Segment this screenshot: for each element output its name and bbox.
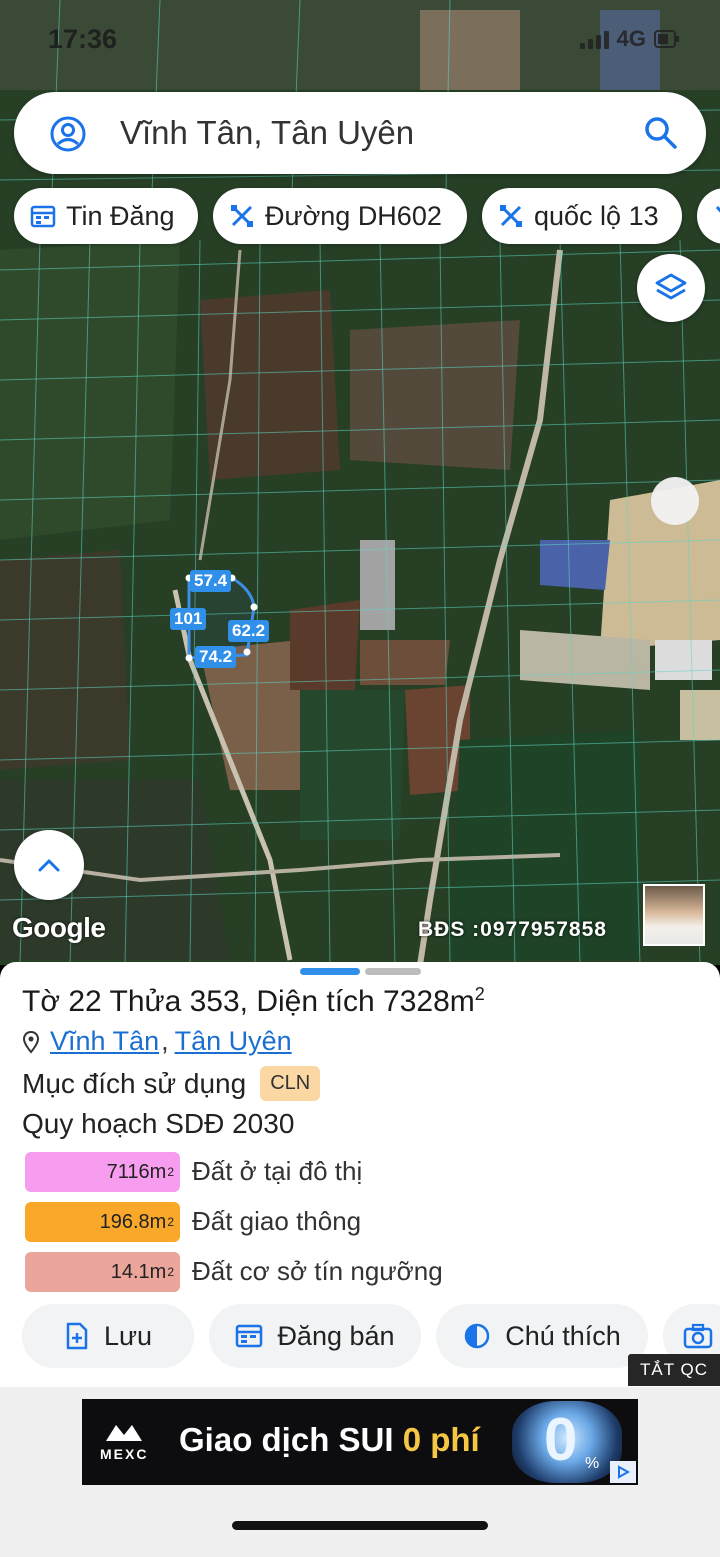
plot-edge-right-label: 62.2 bbox=[228, 620, 270, 642]
adchoices-icon[interactable] bbox=[610, 1461, 636, 1483]
zone-area-box: 14.1m 2 bbox=[25, 1252, 180, 1292]
plot-edge-top-label: 57.4 bbox=[190, 570, 232, 592]
search-bar[interactable]: Vĩnh Tân, Tân Uyên bbox=[14, 92, 706, 174]
google-logo: Google bbox=[12, 912, 106, 943]
expand-up-button[interactable] bbox=[14, 830, 84, 900]
ad-brand-logo: MEXC bbox=[100, 1421, 148, 1462]
purpose-code-badge: CLN bbox=[260, 1066, 321, 1101]
action-bar: Lưu Đăng bán Chú thích bbox=[0, 1304, 720, 1368]
zone-label: Đất giao thông bbox=[192, 1206, 362, 1236]
contrast-icon bbox=[464, 1323, 490, 1349]
chip-quoc-lo-13[interactable]: quốc lộ 13 bbox=[482, 188, 682, 244]
chevron-up-icon bbox=[38, 859, 60, 872]
close-ad-button[interactable]: TẮT QC bbox=[628, 1354, 720, 1386]
plot-edge-bottom-label: 74.2 bbox=[195, 646, 237, 668]
calendar-icon bbox=[30, 205, 56, 228]
location-separator: , bbox=[161, 1026, 169, 1056]
zone-row: 7116m 2 Đất ở tại đô thị bbox=[25, 1152, 705, 1192]
legend-label: Chú thích bbox=[505, 1320, 621, 1351]
map-view[interactable]: 17:36 4G Vĩnh Tân, Tân Uyên Tin Đăng Đườ… bbox=[0, 0, 720, 965]
post-sale-button[interactable]: Đăng bán bbox=[209, 1304, 421, 1368]
parcel-location: Vĩnh Tân, Tân Uyên bbox=[22, 1026, 292, 1057]
parcel-info-sheet: Tờ 22 Thửa 353, Diện tích 7328m2 Vĩnh Tâ… bbox=[0, 962, 720, 1387]
sheet-page-indicator[interactable] bbox=[365, 968, 421, 975]
mexc-logo-icon bbox=[106, 1425, 143, 1441]
zone-label: Đất ở tại đô thị bbox=[192, 1156, 363, 1186]
plot-edge-left-label: 101 bbox=[170, 608, 207, 630]
zone-area-box: 7116m 2 bbox=[25, 1152, 180, 1192]
zone-area-box: 196.8m 2 bbox=[25, 1202, 180, 1242]
save-label: Lưu bbox=[103, 1320, 153, 1351]
save-button[interactable]: Lưu bbox=[22, 1304, 194, 1368]
contact-watermark: BĐS :0977957858 bbox=[418, 918, 607, 941]
legend-button[interactable]: Chú thích bbox=[436, 1304, 648, 1368]
zone-label: Đất cơ sở tín ngưỡng bbox=[192, 1256, 443, 1286]
ad-graphic-zero: 0 bbox=[544, 1406, 578, 1473]
land-use-purpose: Mục đích sử dụng CLN bbox=[22, 1066, 321, 1101]
tools-icon bbox=[715, 206, 720, 213]
layers-button[interactable] bbox=[637, 254, 705, 322]
status-indicators: 4G bbox=[579, 26, 680, 52]
chip-tin-dang[interactable]: Tin Đăng bbox=[14, 188, 198, 244]
add-file-icon bbox=[66, 1322, 88, 1350]
calendar-icon bbox=[236, 1324, 263, 1348]
purpose-label: Mục đích sử dụng bbox=[22, 1067, 247, 1099]
search-icon[interactable] bbox=[644, 116, 678, 150]
opacity-slider-handle[interactable] bbox=[651, 477, 699, 525]
parcel-title: Tờ 22 Thửa 353, Diện tích 7328m2 bbox=[22, 984, 485, 1018]
sheet-page-indicator-active[interactable] bbox=[300, 968, 360, 975]
district-link[interactable]: Tân Uyên bbox=[175, 1026, 292, 1057]
chip-label: Đường DH602 bbox=[265, 200, 442, 231]
zone-row: 14.1m 2 Đất cơ sở tín ngưỡng bbox=[25, 1252, 705, 1292]
status-time: 17:36 bbox=[48, 24, 118, 54]
commune-link[interactable]: Vĩnh Tân bbox=[50, 1026, 159, 1057]
chip-label: Tin Đăng bbox=[66, 200, 175, 231]
layers-icon bbox=[655, 273, 687, 300]
location-pin-icon bbox=[22, 1030, 40, 1054]
tools-icon bbox=[231, 205, 253, 227]
ad-area: MEXC Giao dịch SUI 0 phí 0 % bbox=[0, 1387, 720, 1557]
chip-duong-dh602[interactable]: Đường DH602 bbox=[213, 188, 467, 244]
plan-label: Quy hoạch SDĐ 2030 bbox=[22, 1108, 295, 1139]
tools-icon bbox=[500, 205, 522, 227]
zone-row: 196.8m 2 Đất giao thông bbox=[25, 1202, 705, 1242]
signal-icon bbox=[579, 29, 609, 49]
ad-headline: Giao dịch SUI 0 phí bbox=[179, 1421, 480, 1458]
ad-graphic-percent: % bbox=[585, 1455, 600, 1472]
search-input[interactable]: Vĩnh Tân, Tân Uyên bbox=[120, 114, 414, 152]
camera-icon bbox=[683, 1323, 713, 1349]
home-indicator[interactable] bbox=[232, 1521, 488, 1530]
chip-label: quốc lộ 13 bbox=[534, 200, 659, 231]
post-sale-label: Đăng bán bbox=[277, 1320, 395, 1351]
network-label: 4G bbox=[616, 26, 646, 51]
ad-banner[interactable]: MEXC Giao dịch SUI 0 phí 0 % bbox=[82, 1399, 638, 1485]
user-account-icon[interactable] bbox=[50, 116, 86, 152]
battery-icon bbox=[654, 30, 679, 48]
agent-avatar[interactable] bbox=[643, 884, 705, 946]
